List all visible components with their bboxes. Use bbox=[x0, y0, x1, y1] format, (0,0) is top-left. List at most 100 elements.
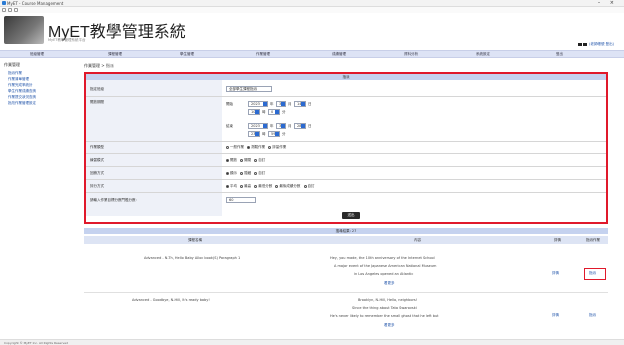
practice-radio-group: 開放 關閉 自訂 bbox=[224, 158, 265, 163]
label-class: 指定班級 bbox=[90, 87, 104, 91]
label-target: 請輸入作業目標分數門檻分數: bbox=[90, 198, 137, 202]
label-score: 評分方式 bbox=[90, 184, 104, 188]
unit-min: 分 bbox=[282, 132, 286, 136]
breadcrumb-current: 指派 bbox=[105, 63, 114, 68]
radio-icon[interactable] bbox=[275, 184, 279, 188]
score-option[interactable]: 自訂 bbox=[308, 184, 315, 188]
nav-item-logout[interactable]: 登出 bbox=[556, 52, 563, 57]
score-option[interactable]: 最後成績分數 bbox=[279, 184, 300, 188]
back-icon[interactable] bbox=[2, 8, 6, 12]
row2-content-line: Brooklyn, N-Hill, Hello, neighbors! bbox=[358, 298, 418, 302]
end-hour-select[interactable]: 23 bbox=[248, 131, 260, 137]
window-controls[interactable]: – × bbox=[598, 0, 618, 6]
main-nav: 班級管理 課程管理 學生管理 作業管理 成績管理 資料分析 系統設定 登出 bbox=[0, 50, 624, 58]
refresh-icon[interactable] bbox=[14, 8, 18, 12]
app-icon bbox=[2, 1, 6, 5]
browser-toolbar bbox=[0, 7, 624, 13]
end-day-select[interactable]: 28 bbox=[294, 123, 306, 129]
row1-more-link[interactable]: 看更多 bbox=[384, 281, 395, 286]
account-link-text[interactable]: (老師帳號 登出) bbox=[589, 42, 614, 46]
nav-item-grades[interactable]: 成績管理 bbox=[332, 52, 346, 57]
account-link[interactable]: (老師帳號 登出) bbox=[578, 42, 614, 47]
sidebar-item[interactable]: 批改作業管理設定 bbox=[8, 100, 76, 106]
divider bbox=[86, 153, 606, 154]
score-option[interactable]: 平均 bbox=[230, 184, 237, 188]
end-minute-select[interactable]: 59 bbox=[268, 131, 280, 137]
radio-icon[interactable] bbox=[254, 158, 258, 162]
label-type: 作業類型 bbox=[90, 145, 104, 149]
end-label: 結束 bbox=[226, 124, 233, 128]
breadcrumb-parent[interactable]: 作業管理 bbox=[84, 63, 100, 68]
radio-icon[interactable] bbox=[254, 171, 258, 175]
type-option[interactable]: 一般作業 bbox=[230, 145, 244, 149]
end-month-select[interactable]: 3 bbox=[276, 123, 286, 129]
nav-item-course[interactable]: 課程管理 bbox=[108, 52, 122, 57]
assign-link-highlight bbox=[584, 268, 606, 280]
practice-option[interactable]: 自訂 bbox=[258, 158, 265, 162]
row2-more-link[interactable]: 看更多 bbox=[384, 323, 395, 328]
radio-icon[interactable] bbox=[268, 145, 272, 149]
score-option[interactable]: 最低分數 bbox=[258, 184, 272, 188]
radio-icon[interactable] bbox=[247, 145, 251, 149]
target-score-input[interactable]: 60 bbox=[226, 197, 256, 203]
score-option[interactable]: 最高 bbox=[244, 184, 251, 188]
form-label-column bbox=[86, 80, 222, 216]
row1-detail-link[interactable]: 詳情 bbox=[552, 271, 559, 276]
row2-content-line: Since the thing about Tata Swarovski bbox=[352, 306, 417, 310]
radio-icon[interactable] bbox=[240, 184, 244, 188]
status-text: Copyright © MyET Inc. All Rights Reserve… bbox=[4, 341, 69, 345]
radio-icon[interactable] bbox=[303, 184, 307, 188]
start-month-select[interactable]: 3 bbox=[276, 101, 286, 107]
radio-icon[interactable] bbox=[226, 171, 229, 175]
feedback-option[interactable]: 顯示 bbox=[230, 171, 237, 175]
row2-assign-link[interactable]: 指派 bbox=[589, 313, 596, 318]
row2-detail-link[interactable]: 詳情 bbox=[552, 313, 559, 318]
radio-icon[interactable] bbox=[226, 158, 229, 162]
nav-item-class[interactable]: 班級管理 bbox=[30, 52, 44, 57]
start-day-select[interactable]: 14 bbox=[294, 101, 306, 107]
practice-option[interactable]: 開放 bbox=[230, 158, 237, 162]
type-option[interactable]: 測驗作業 bbox=[251, 145, 265, 149]
start-label: 開始 bbox=[226, 102, 233, 106]
nav-item-settings[interactable]: 系統設定 bbox=[476, 52, 490, 57]
window-title: MyET - Course Management bbox=[7, 1, 64, 6]
header-photo bbox=[4, 16, 44, 44]
label-period: 開放期間 bbox=[90, 100, 104, 104]
class-field[interactable]: 全部學生課程指派 bbox=[226, 86, 272, 92]
feedback-option[interactable]: 自訂 bbox=[258, 171, 265, 175]
radio-icon[interactable] bbox=[240, 158, 244, 162]
status-bar: Copyright © MyET Inc. All Rights Reserve… bbox=[0, 339, 624, 345]
radio-icon[interactable] bbox=[240, 171, 244, 175]
unit-hour: 時 bbox=[262, 132, 266, 136]
end-year-select[interactable]: 2023 bbox=[248, 123, 268, 129]
submit-button[interactable]: 送出 bbox=[342, 212, 360, 219]
row1-content-line: in Los Angeles opened an Atlantic bbox=[354, 272, 414, 276]
breadcrumb: 作業管理 > 指派 bbox=[84, 63, 114, 69]
col-assign: 指派作業 bbox=[586, 238, 600, 242]
row2-course: Advanced - Goodbye, N-Hill, It's ready b… bbox=[132, 298, 210, 302]
nav-item-homework[interactable]: 作業管理 bbox=[256, 52, 270, 57]
start-hour-select[interactable]: 10 bbox=[248, 109, 260, 115]
forward-icon[interactable] bbox=[8, 8, 12, 12]
radio-icon[interactable] bbox=[226, 145, 229, 149]
divider bbox=[86, 96, 606, 97]
row1-content-line: A major event of the Japanese American N… bbox=[334, 264, 437, 268]
practice-option[interactable]: 關閉 bbox=[244, 158, 251, 162]
start-minute-select[interactable]: 0 bbox=[268, 109, 280, 115]
col-course: 課程名稱 bbox=[188, 238, 202, 242]
type-option[interactable]: 評量作業 bbox=[272, 145, 286, 149]
radio-icon[interactable] bbox=[254, 184, 258, 188]
unit-day: 日 bbox=[308, 124, 312, 128]
feedback-option[interactable]: 隱藏 bbox=[244, 171, 251, 175]
unit-hour: 時 bbox=[262, 110, 266, 114]
col-detail: 詳情 bbox=[554, 238, 561, 242]
divider bbox=[86, 166, 606, 167]
nav-item-analysis[interactable]: 資料分析 bbox=[404, 52, 418, 57]
radio-icon[interactable] bbox=[226, 184, 229, 188]
nav-item-student[interactable]: 學生管理 bbox=[180, 52, 194, 57]
divider bbox=[84, 292, 608, 293]
start-year-select[interactable]: 2023 bbox=[248, 101, 268, 107]
label-practice: 練習模式 bbox=[90, 158, 104, 162]
divider bbox=[86, 141, 606, 142]
score-radio-group: 平均 最高 最低分數 最後成績分數 自訂 bbox=[224, 184, 315, 189]
